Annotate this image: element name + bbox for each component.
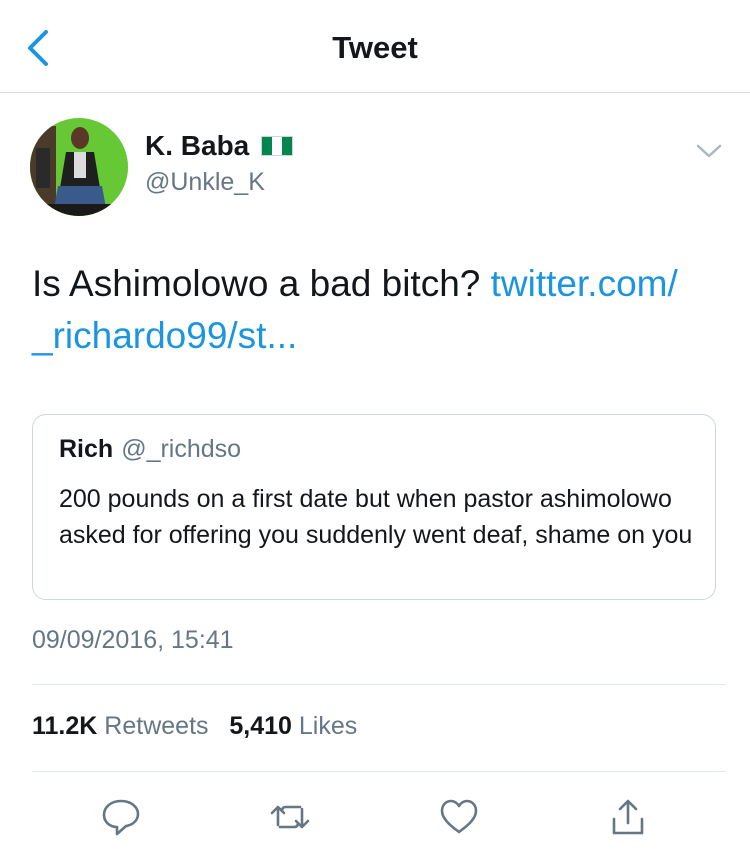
quoted-author-handle: @_richdso (121, 435, 242, 463)
author-name-text: K. Baba (145, 130, 250, 161)
divider (32, 684, 726, 685)
avatar[interactable] (30, 118, 128, 216)
reply-icon[interactable] (99, 795, 143, 839)
retweets-stat[interactable]: 11.2K Retweets (32, 712, 209, 740)
tweet-link-part2[interactable]: _richardo99/st... (32, 315, 297, 356)
divider (32, 771, 726, 772)
quoted-tweet[interactable]: Rich @_richdso 200 pounds on a first date… (32, 414, 716, 600)
author-name[interactable]: K. Baba (145, 130, 294, 162)
tweet-timestamp: 09/09/2016, 15:41 (32, 626, 234, 654)
share-icon[interactable] (606, 795, 650, 839)
retweets-count: 11.2K (32, 712, 98, 740)
tweet-body: Is Ashimolowo a bad bitch? (32, 263, 491, 304)
nigeria-flag-icon (261, 136, 294, 156)
likes-count: 5,410 (229, 712, 292, 740)
like-heart-icon[interactable] (437, 795, 481, 839)
likes-label: Likes (298, 712, 358, 740)
page-title: Tweet (332, 30, 418, 65)
author-handle[interactable]: @Unkle_K (145, 168, 265, 197)
nav-bar: Tweet (0, 0, 750, 93)
retweets-label: Retweets (104, 712, 209, 740)
tweet-link-part1[interactable]: twitter.com/ (491, 263, 678, 304)
tweet-text: Is Ashimolowo a bad bitch? twitter.com/ _… (32, 258, 732, 362)
likes-stat[interactable]: 5,410 Likes (229, 712, 357, 740)
quoted-tweet-header: Rich @_richdso (59, 435, 241, 464)
quoted-author-name: Rich (59, 435, 114, 463)
caret-down-icon[interactable] (694, 140, 724, 162)
avatar-image (30, 118, 128, 216)
retweet-icon[interactable] (268, 795, 312, 839)
quoted-tweet-text: 200 pounds on a first date but when past… (59, 485, 693, 549)
tweet-stats: 11.2K Retweets 5,410 Likes (32, 712, 357, 741)
